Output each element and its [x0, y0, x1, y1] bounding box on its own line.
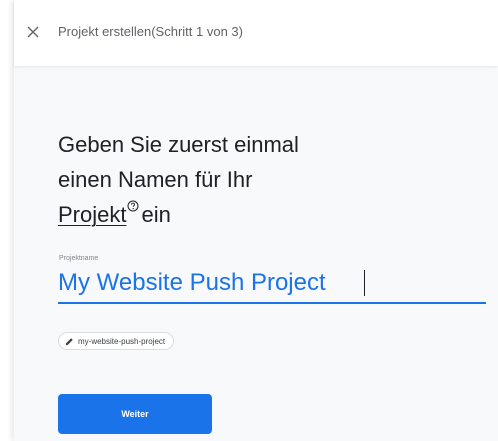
- heading-line-2: einen Namen für Ihr: [58, 167, 253, 192]
- project-name-input[interactable]: [58, 264, 486, 304]
- text-cursor: [364, 270, 365, 296]
- heading-suffix: ein: [141, 202, 171, 227]
- project-id-chip[interactable]: my-website-push-project: [58, 332, 175, 350]
- close-icon[interactable]: [26, 25, 40, 39]
- create-project-panel: Projekt erstellen(Schritt 1 von 3) Geben…: [14, 0, 498, 441]
- pencil-icon: [65, 337, 73, 345]
- project-name-label: Projektname: [59, 255, 99, 262]
- continue-button[interactable]: Weiter: [58, 394, 212, 434]
- page: Projekt erstellen(Schritt 1 von 3) Geben…: [0, 0, 498, 441]
- page-heading: Geben Sie zuerst einmal einen Namen für …: [58, 127, 398, 232]
- help-circle-icon[interactable]: [127, 200, 139, 212]
- header-title: Projekt erstellen(Schritt 1 von 3): [58, 24, 243, 39]
- project-help-link[interactable]: Projekt: [58, 202, 126, 227]
- panel-header: Projekt erstellen(Schritt 1 von 3): [14, 0, 498, 66]
- heading-line-1: Geben Sie zuerst einmal: [58, 132, 299, 157]
- project-id-text: my-website-push-project: [78, 336, 166, 346]
